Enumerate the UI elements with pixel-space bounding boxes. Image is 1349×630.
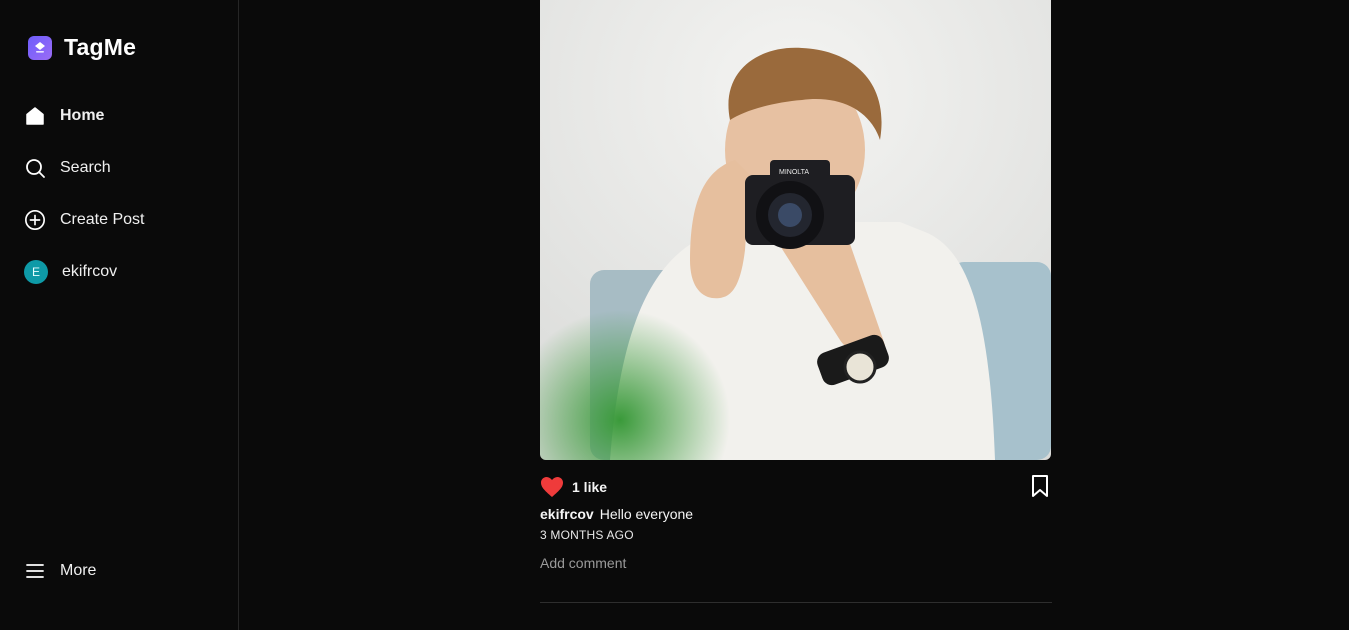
plus-circle-icon bbox=[24, 209, 46, 231]
bookmark-icon[interactable] bbox=[1030, 474, 1050, 503]
post-card: MINOLTA 1 like ekifrcov Hello everyone 3 … bbox=[540, 0, 1052, 603]
caption-text: Hello everyone bbox=[599, 506, 694, 522]
app-name: TagMe bbox=[64, 34, 137, 60]
nav-item-search[interactable]: Search bbox=[24, 152, 144, 184]
post-caption: ekifrcov Hello everyone bbox=[540, 506, 1052, 522]
more-label: More bbox=[60, 562, 97, 579]
nav-label-search: Search bbox=[60, 159, 111, 176]
avatar: E bbox=[24, 260, 48, 284]
divider bbox=[540, 602, 1052, 603]
tagme-logo-icon bbox=[28, 35, 52, 60]
nav-label-home: Home bbox=[60, 107, 105, 124]
post-actions: 1 like bbox=[540, 472, 1052, 502]
post-image[interactable]: MINOLTA bbox=[540, 0, 1051, 460]
menu-icon bbox=[24, 560, 46, 582]
nav-item-home[interactable]: Home bbox=[24, 100, 144, 132]
camera-brand-text: MINOLTA bbox=[779, 169, 809, 176]
brand[interactable]: TagMe bbox=[28, 34, 136, 61]
nav-item-profile[interactable]: E ekifrcov bbox=[24, 256, 144, 288]
nav-label-create-post: Create Post bbox=[60, 211, 145, 228]
search-icon bbox=[24, 157, 46, 179]
caption-username[interactable]: ekifrcov bbox=[540, 506, 594, 522]
heart-icon[interactable] bbox=[540, 476, 564, 498]
main-nav: Home Search Create Post E ekifrcov bbox=[24, 100, 144, 308]
sidebar: TagMe Home Search Create Post E ekifrcov… bbox=[0, 0, 239, 630]
post-timestamp: 3 MONTHS AGO bbox=[540, 528, 634, 542]
nav-label-profile: ekifrcov bbox=[62, 263, 118, 280]
like-count[interactable]: 1 like bbox=[572, 479, 607, 495]
nav-item-create-post[interactable]: Create Post bbox=[24, 204, 144, 236]
more-button[interactable]: More bbox=[24, 560, 96, 582]
add-comment-input[interactable]: Add comment bbox=[540, 555, 1052, 571]
home-icon bbox=[24, 105, 46, 127]
